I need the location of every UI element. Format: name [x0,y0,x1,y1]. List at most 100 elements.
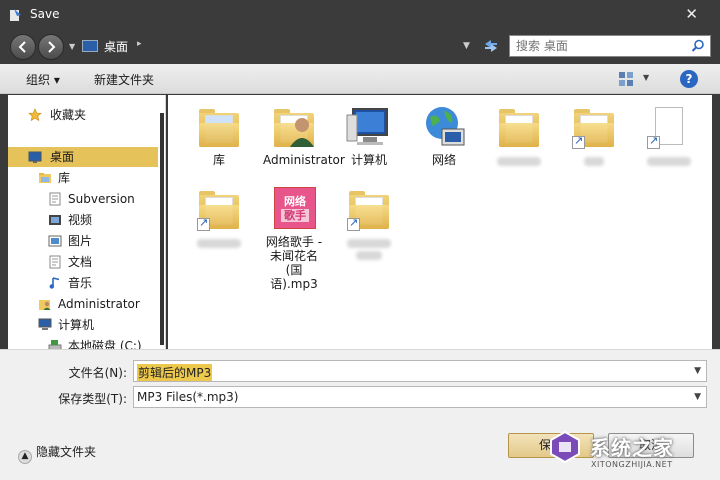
scrollbar-thumb[interactable] [160,113,164,345]
folder-icon [495,103,543,151]
blurred-label [197,239,241,248]
filename-field[interactable]: 剪辑后的MP3 ▼ [133,360,707,382]
document-icon [49,255,61,269]
nav-item-label: 计算机 [58,318,95,332]
nav-item-pictures[interactable]: 图片 [8,231,158,251]
star-icon [28,108,42,122]
help-icon[interactable]: ? [680,70,698,88]
nav-scrollbar[interactable] [158,95,165,349]
video-icon [49,215,61,225]
file-item-file-shortcut-blurred[interactable] [638,103,700,166]
file-item-folder-blurred[interactable] [488,103,550,166]
nav-item-label: 库 [58,171,71,185]
chevron-down-icon[interactable]: ▼ [694,366,701,376]
library-icon [195,103,243,151]
nav-item-label: 文档 [68,255,93,269]
filetype-value[interactable]: MP3 Files(*.mp3) [137,390,239,404]
desktop-icon [28,151,42,163]
shortcut-arrow-icon [347,216,360,231]
blurred-label [647,157,691,166]
view-options-icon[interactable] [618,71,634,87]
nav-item-subversion[interactable]: Subversion [8,189,158,209]
nav-item-label: Subversion [68,192,135,206]
nav-item-label: 本地磁盘 (C:) [68,339,142,349]
watermark: 系统之家 XITONGZHIJIA.NET [546,424,716,474]
nav-item-videos[interactable]: 视频 [8,210,158,230]
recent-pages-dropdown-icon[interactable]: ▼ [69,42,75,51]
folder-shortcut-icon [345,185,393,233]
user-folder-icon [270,103,318,151]
navigation-pane: 收藏夹 桌面 库 Subversion 视频 图片 文档 音乐 Administ… [8,95,166,349]
breadcrumb-chevron-icon[interactable]: ▸ [137,39,142,49]
watermark-url: XITONGZHIJIA.NET [591,460,673,469]
shortcut-arrow-icon [647,134,660,149]
nav-item-music[interactable]: 音乐 [8,273,158,293]
nav-item-label: 图片 [68,234,93,248]
organize-button[interactable]: 组织 ▾ [26,71,60,88]
watermark-title: 系统之家 [590,436,674,460]
filetype-select[interactable]: MP3 Files(*.mp3) ▼ [133,386,707,408]
file-list-pane: 库 Administrator 计算机 网络 ↗ ↗ ↗ 网络 歌手 网络歌手 … [168,95,712,349]
nav-item-label: Administrator [58,297,140,311]
nav-item-documents[interactable]: 文档 [8,252,158,272]
watermark-logo-icon [550,430,580,464]
filename-label: 文件名(N): [68,366,127,380]
file-item-label: Administrator [263,153,345,167]
filename-value[interactable]: 剪辑后的MP3 [137,364,213,381]
picture-icon [48,235,62,247]
file-item-label: 网络歌手 - 未闻花名 (国语).mp3 [265,235,323,291]
shortcut-arrow-icon [572,134,585,149]
file-item-folder-shortcut-blurred[interactable] [563,103,625,166]
folder-shortcut-icon [570,103,618,151]
mp3-cover-line2: 歌手 [281,209,309,222]
chevron-down-icon[interactable]: ▼ [694,392,701,402]
file-item-label: 库 [212,153,225,167]
hide-folders-label: 隐藏文件夹 [36,445,97,459]
window-title: Save [30,7,60,21]
new-folder-button[interactable]: 新建文件夹 [94,71,154,88]
blurred-label [497,157,541,166]
search-icon[interactable] [691,39,705,53]
search-box[interactable] [509,35,711,57]
file-item-network[interactable]: 网络 [413,103,475,167]
close-button[interactable]: ✕ [685,5,698,23]
file-item-administrator[interactable]: Administrator [263,103,345,167]
file-item-folder-shortcut-blurred[interactable] [338,185,400,260]
forward-button[interactable] [38,34,64,60]
file-item-mp3[interactable]: 网络 歌手 网络歌手 - 未闻花名 (国语).mp3 [263,185,325,291]
address-history-dropdown-icon[interactable]: ▼ [463,41,470,51]
refresh-icon[interactable] [482,37,500,55]
address-bar: ▼ 桌面 ▸ ▼ [0,30,720,64]
document-icon [49,192,61,206]
blurred-label [347,239,391,248]
file-item-computer[interactable]: 计算机 [338,103,400,167]
hide-folders-toggle[interactable]: ▲ 隐藏文件夹 [18,443,96,464]
back-button[interactable] [10,34,36,60]
computer-icon [345,103,393,151]
file-item-label: 计算机 [350,153,387,167]
nav-item-computer[interactable]: 计算机 [8,315,158,335]
user-folder-icon [39,300,51,310]
view-dropdown-icon[interactable]: ▼ [643,73,649,82]
nav-item-desktop[interactable]: 桌面 [8,147,158,167]
back-arrow-icon [18,41,26,53]
desktop-icon [82,40,98,52]
command-bar: 组织 ▾ 新建文件夹 ▼ ? [0,64,720,94]
nav-item-libraries[interactable]: 库 [8,168,158,188]
breadcrumb-desktop[interactable]: 桌面 [104,38,128,55]
nav-item-administrator[interactable]: Administrator [8,294,158,314]
file-item-libraries[interactable]: 库 [188,103,250,167]
library-icon [39,173,51,183]
folder-shortcut-icon [195,185,243,233]
title-bar: Save ✕ [0,0,720,30]
search-input[interactable] [516,38,686,54]
blurred-label [584,157,604,166]
shortcut-arrow-icon [197,216,210,231]
file-item-folder-shortcut-blurred[interactable] [188,185,250,248]
nav-item-local-disk-c[interactable]: 本地磁盘 (C:) [8,336,158,349]
app-icon [10,9,21,21]
nav-item-label: 视频 [68,213,93,227]
nav-item-favorites[interactable]: 收藏夹 [8,105,158,125]
drive-icon [48,340,62,349]
file-item-label: 网络 [431,153,456,167]
